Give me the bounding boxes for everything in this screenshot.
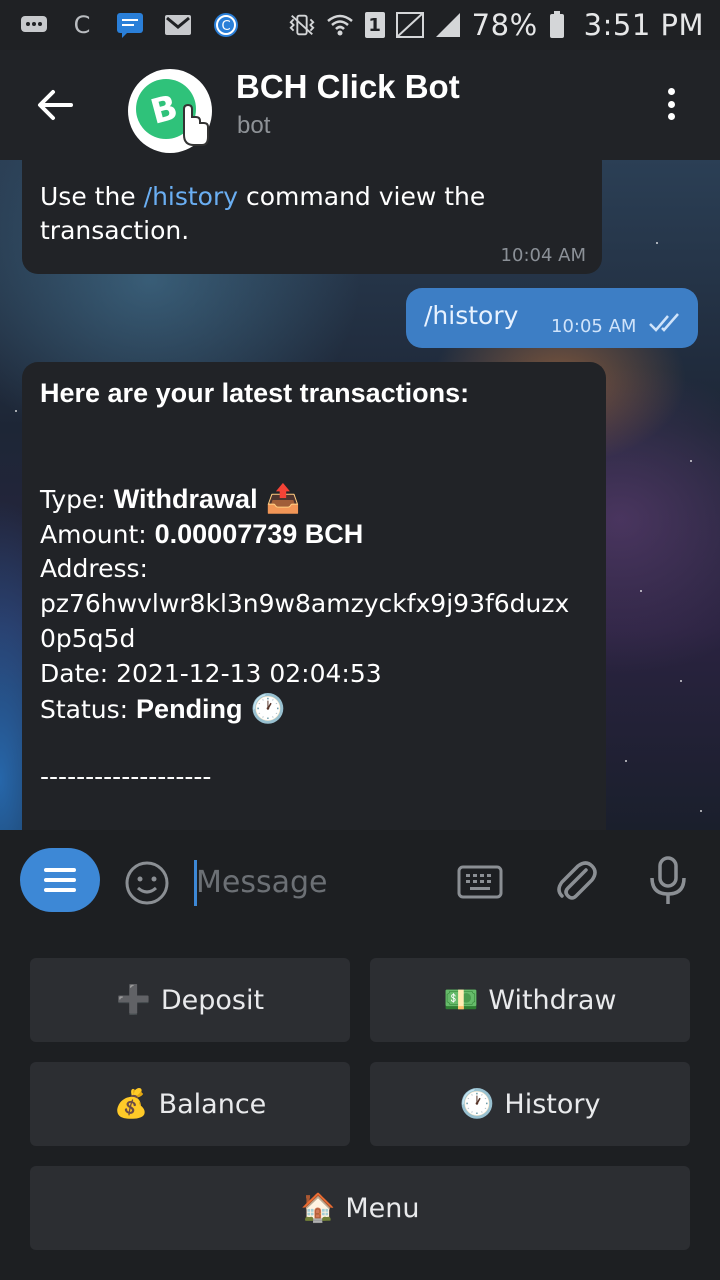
battery-percent: 78% — [471, 8, 538, 42]
date-line: Date: 2021-12-13 02:04:53 — [40, 659, 382, 688]
bot-menu-button[interactable] — [20, 848, 100, 912]
avatar[interactable]: B — [128, 69, 212, 153]
message-input[interactable] — [196, 856, 426, 908]
microphone-icon[interactable] — [644, 854, 692, 908]
message-composer — [0, 830, 720, 932]
bitcoin-cash-hand-icon: B — [136, 79, 209, 146]
message-time: 10:05 AM — [551, 316, 637, 337]
type-line: Type: Withdrawal 📤 — [40, 482, 301, 515]
history-command-link[interactable]: /history — [144, 182, 238, 211]
amount-line: Amount: 0.00007739 BCH — [40, 519, 364, 549]
deposit-button[interactable]: ➕ Deposit — [30, 958, 350, 1042]
divider-text: ------------------- — [40, 762, 212, 791]
banknote-icon: 💵 — [443, 983, 479, 1016]
message-text: Use the /history command view the transa… — [40, 182, 486, 245]
outbox-tray-icon: 📤 — [265, 482, 301, 515]
status-line: Status: Pending 🕐 — [40, 692, 286, 725]
message-bubble-incoming[interactable]: Here are your latest transactions: Type:… — [22, 362, 606, 830]
address-label: Address: — [40, 554, 148, 583]
wifi-icon — [326, 12, 354, 38]
address-value: pz76hwvlwr8kl3n9w8amzyckfx9j93f6duzx — [40, 589, 570, 618]
message-text: /history — [424, 301, 519, 330]
signal-icon — [434, 12, 462, 38]
keyboard-icon[interactable] — [456, 862, 504, 902]
attach-icon[interactable] — [552, 856, 600, 906]
clock-icon: 🕐 — [250, 692, 286, 725]
back-arrow-icon[interactable] — [30, 83, 80, 127]
svg-text:C: C — [221, 19, 230, 34]
chat-area[interactable]: Use the /history command view the transa… — [0, 160, 720, 830]
chat-title[interactable]: BCH Click Bot — [236, 68, 460, 106]
chat-header: B BCH Click Bot bot — [0, 50, 720, 160]
gmail-icon — [164, 12, 192, 38]
battery-icon — [548, 11, 566, 38]
more-options-icon[interactable] — [656, 84, 686, 124]
message-heading: Here are your latest transactions: — [40, 378, 470, 408]
address-value-cont: 0p5q5d — [40, 624, 136, 653]
history-button[interactable]: 🕐 History — [370, 1062, 690, 1146]
vibrate-icon — [288, 12, 316, 38]
no-signal-icon — [395, 12, 424, 38]
status-bar: C C 1 78% 3:51 PM — [0, 0, 720, 50]
withdraw-button[interactable]: 💵 Withdraw — [370, 958, 690, 1042]
clock-icon: 🕐 — [459, 1087, 495, 1120]
message-bubble-incoming[interactable]: Use the /history command view the transa… — [22, 160, 602, 274]
menu-button[interactable]: 🏠 Menu — [30, 1166, 690, 1250]
message-icon — [116, 12, 144, 38]
house-icon: 🏠 — [300, 1191, 336, 1224]
chat-subtitle: bot — [237, 112, 271, 139]
emoji-icon[interactable] — [124, 860, 170, 906]
chat-bubble-icon — [20, 12, 48, 38]
sim-icon: 1 — [364, 12, 386, 38]
double-check-icon — [649, 313, 679, 332]
plus-icon: ➕ — [115, 983, 151, 1016]
balance-button[interactable]: 💰 Balance — [30, 1062, 350, 1146]
carrier-c-icon: C — [73, 11, 91, 39]
money-bag-icon: 💰 — [113, 1087, 149, 1120]
message-bubble-outgoing[interactable]: /history 10:05 AM — [406, 288, 698, 348]
clock: 3:51 PM — [583, 8, 704, 42]
bot-keyboard: ➕ Deposit 💵 Withdraw 💰 Balance 🕐 History… — [0, 932, 720, 1280]
message-time: 10:04 AM — [500, 245, 586, 266]
app-c-icon: C — [212, 12, 240, 38]
